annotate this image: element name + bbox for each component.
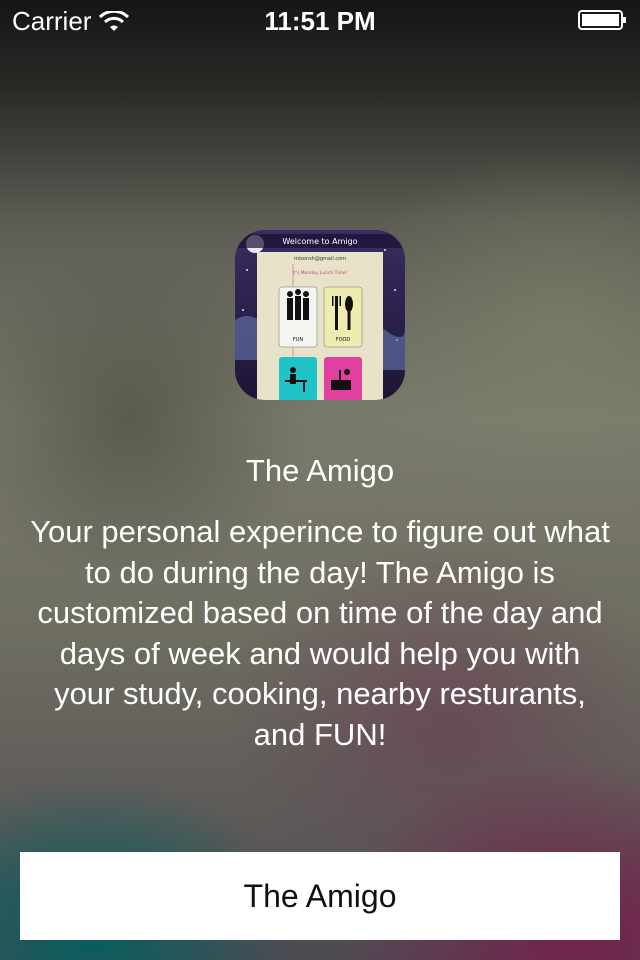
fun-people-icon xyxy=(287,289,309,320)
app-icon: Welcome to Amigo misonsh@gmail.com It's … xyxy=(235,230,405,400)
app-icon-artwork: Welcome to Amigo misonsh@gmail.com It's … xyxy=(235,230,405,400)
app-icon-subtext: It's Monday Lunch Time! xyxy=(292,270,347,276)
tile-study xyxy=(279,357,317,400)
tile-fun-label: FUN xyxy=(293,337,304,343)
app-icon-email-text: misonsh@gmail.com xyxy=(294,256,346,262)
main-content: Welcome to Amigo misonsh@gmail.com It's … xyxy=(0,0,640,960)
app-description: Your personal experince to figure out wh… xyxy=(30,514,610,752)
the-amigo-button[interactable]: The Amigo xyxy=(20,852,620,940)
tile-cooking xyxy=(324,357,362,400)
app-title: The Amigo xyxy=(245,453,395,488)
tile-food-label: FOOD xyxy=(336,337,351,343)
app-icon-header-text: Welcome to Amigo xyxy=(282,237,357,246)
